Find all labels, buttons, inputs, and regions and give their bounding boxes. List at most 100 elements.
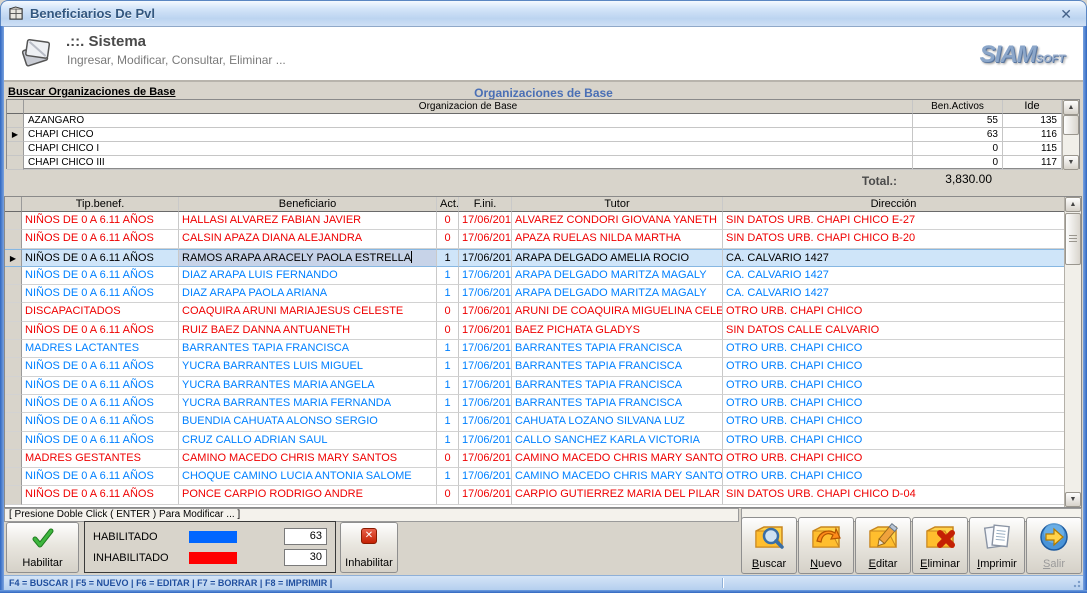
row-selector[interactable] [5, 377, 22, 395]
act-cell[interactable]: 1 [437, 340, 459, 358]
row-selector[interactable] [5, 322, 22, 340]
act-cell[interactable]: 1 [437, 377, 459, 395]
title-bar[interactable]: Beneficiarios De Pvl ✕ [0, 0, 1087, 27]
act-cell[interactable]: 1 [437, 395, 459, 413]
row-selector[interactable] [5, 358, 22, 376]
fini-cell[interactable]: 17/06/2011 [459, 358, 512, 376]
beneficiario-cell[interactable]: YUCRA BARRANTES MARIA FERNANDA [179, 395, 437, 413]
tip-benef-cell[interactable]: NIÑOS DE 0 A 6.11 AÑOS [22, 212, 179, 230]
scroll-down-icon[interactable]: ▼ [1063, 155, 1079, 170]
beneficiary-row[interactable]: NIÑOS DE 0 A 6.11 AÑOSYUCRA BARRANTES LU… [5, 358, 1064, 376]
direccion-cell[interactable]: CA. CALVARIO 1427 [723, 249, 1064, 267]
row-selector[interactable] [7, 156, 24, 170]
row-selector[interactable] [5, 413, 22, 431]
inhabilitar-button[interactable]: ✕ Inhabilitar [340, 522, 398, 573]
direccion-cell[interactable]: OTRO URB. CHAPI CHICO [723, 468, 1064, 486]
legend-count-field[interactable]: 30 [284, 549, 327, 566]
org-ide-cell[interactable]: 116 [1003, 128, 1062, 142]
direccion-cell[interactable]: OTRO URB. CHAPI CHICO [723, 377, 1064, 395]
act-cell[interactable]: 1 [437, 285, 459, 303]
org-grid-scrollbar[interactable]: ▲ ▼ [1062, 100, 1079, 170]
beneficiario-cell[interactable]: DIAZ ARAPA LUIS FERNANDO [179, 267, 437, 285]
org-ide-cell[interactable]: 115 [1003, 142, 1062, 156]
fini-cell[interactable]: 17/06/2011 [459, 413, 512, 431]
beneficiary-row[interactable]: MADRES LACTANTESBARRANTES TAPIA FRANCISC… [5, 340, 1064, 358]
scroll-up-icon[interactable]: ▲ [1063, 100, 1079, 115]
tip-benef-cell[interactable]: MADRES GESTANTES [22, 450, 179, 468]
col-tutor[interactable]: Tutor [512, 197, 723, 212]
row-selector[interactable] [5, 468, 22, 486]
tutor-cell[interactable]: CARPIO GUTIERREZ MARIA DEL PILAR [512, 486, 723, 504]
org-row[interactable]: AZANGARO55135 [7, 114, 1062, 128]
tip-benef-cell[interactable]: NIÑOS DE 0 A 6.11 AÑOS [22, 377, 179, 395]
row-selector[interactable] [5, 285, 22, 303]
fini-cell[interactable]: 17/06/2011 [459, 212, 512, 230]
row-selector[interactable] [5, 267, 22, 285]
org-name-cell[interactable]: AZANGARO [24, 114, 913, 128]
fini-cell[interactable]: 17/06/2011 [459, 432, 512, 450]
resize-grip-icon[interactable] [1071, 578, 1081, 588]
direccion-cell[interactable]: CA. CALVARIO 1427 [723, 267, 1064, 285]
direccion-cell[interactable]: SIN DATOS URB. CHAPI CHICO B-20 [723, 230, 1064, 248]
row-selector[interactable] [5, 450, 22, 468]
act-cell[interactable]: 1 [437, 249, 459, 267]
act-cell[interactable]: 0 [437, 450, 459, 468]
tip-benef-cell[interactable]: NIÑOS DE 0 A 6.11 AÑOS [22, 267, 179, 285]
col-direccion[interactable]: Dirección [723, 197, 1064, 212]
tutor-cell[interactable]: BARRANTES TAPIA FRANCISCA [512, 358, 723, 376]
beneficiario-cell[interactable]: RAMOS ARAPA ARACELY PAOLA ESTRELLA [179, 249, 437, 267]
search-org-label[interactable]: Buscar Organizaciones de Base [8, 86, 176, 98]
act-cell[interactable]: 0 [437, 212, 459, 230]
org-scroll-track[interactable] [1063, 115, 1079, 155]
direccion-cell[interactable]: OTRO URB. CHAPI CHICO [723, 340, 1064, 358]
beneficiario-cell[interactable]: COAQUIRA ARUNI MARIAJESUS CELESTE [179, 303, 437, 321]
beneficiario-cell[interactable]: CALSIN APAZA DIANA ALEJANDRA [179, 230, 437, 248]
tip-benef-cell[interactable]: MADRES LACTANTES [22, 340, 179, 358]
fini-cell[interactable]: 17/06/2011 [459, 486, 512, 504]
fini-cell[interactable]: 17/06/2011 [459, 285, 512, 303]
direccion-cell[interactable]: OTRO URB. CHAPI CHICO [723, 450, 1064, 468]
org-scroll-thumb[interactable] [1063, 115, 1079, 135]
fini-cell[interactable]: 17/06/2011 [459, 303, 512, 321]
row-selector[interactable] [5, 395, 22, 413]
fini-cell[interactable]: 17/06/2011 [459, 267, 512, 285]
org-row[interactable]: ▶CHAPI CHICO63116 [7, 128, 1062, 142]
scroll-down-icon[interactable]: ▼ [1065, 492, 1081, 507]
tip-benef-cell[interactable]: NIÑOS DE 0 A 6.11 AÑOS [22, 230, 179, 248]
org-ben-activos-cell[interactable]: 63 [913, 128, 1003, 142]
beneficiaries-grid-scrollbar[interactable]: ▲ ▼ [1064, 197, 1081, 507]
org-name-cell[interactable]: CHAPI CHICO I [24, 142, 913, 156]
direccion-cell[interactable]: CA. CALVARIO 1427 [723, 285, 1064, 303]
direccion-cell[interactable]: OTRO URB. CHAPI CHICO [723, 432, 1064, 450]
org-ben-activos-cell[interactable]: 0 [913, 156, 1003, 170]
col-tip-benef[interactable]: Tip.benef. [22, 197, 179, 212]
beneficiario-cell[interactable]: HALLASI ALVAREZ FABIAN JAVIER [179, 212, 437, 230]
org-ben-activos-cell[interactable]: 55 [913, 114, 1003, 128]
beneficiario-cell[interactable]: BARRANTES TAPIA FRANCISCA [179, 340, 437, 358]
tip-benef-cell[interactable]: NIÑOS DE 0 A 6.11 AÑOS [22, 285, 179, 303]
fini-cell[interactable]: 17/06/2011 [459, 450, 512, 468]
org-ide-cell[interactable]: 117 [1003, 156, 1062, 170]
tutor-cell[interactable]: CAMINO MACEDO CHRIS MARY SANTOS [512, 468, 723, 486]
row-selector[interactable] [7, 114, 24, 128]
beneficiary-row[interactable]: NIÑOS DE 0 A 6.11 AÑOSYUCRA BARRANTES MA… [5, 377, 1064, 395]
fini-cell[interactable]: 17/06/2011 [459, 340, 512, 358]
row-selector[interactable] [5, 303, 22, 321]
beneficiary-row[interactable]: NIÑOS DE 0 A 6.11 AÑOSCALSIN APAZA DIANA… [5, 230, 1064, 248]
row-selector[interactable] [7, 142, 24, 156]
direccion-cell[interactable]: OTRO URB. CHAPI CHICO [723, 395, 1064, 413]
tip-benef-cell[interactable]: NIÑOS DE 0 A 6.11 AÑOS [22, 432, 179, 450]
org-row[interactable]: CHAPI CHICO I0115 [7, 142, 1062, 156]
salir-button[interactable]: Salir [1026, 517, 1082, 574]
org-ide-cell[interactable]: 135 [1003, 114, 1062, 128]
org-name-cell[interactable]: CHAPI CHICO [24, 128, 913, 142]
direccion-cell[interactable]: SIN DATOS CALLE CALVARIO [723, 322, 1064, 340]
tip-benef-cell[interactable]: NIÑOS DE 0 A 6.11 AÑOS [22, 413, 179, 431]
direccion-cell[interactable]: SIN DATOS URB. CHAPI CHICO D-04 [723, 486, 1064, 504]
buscar-button[interactable]: Buscar [741, 517, 797, 574]
close-button[interactable]: ✕ [1060, 6, 1072, 23]
nuevo-button[interactable]: Nuevo [798, 517, 854, 574]
row-selector[interactable] [5, 340, 22, 358]
tip-benef-cell[interactable]: NIÑOS DE 0 A 6.11 AÑOS [22, 322, 179, 340]
beneficiario-cell[interactable]: DIAZ ARAPA PAOLA ARIANA [179, 285, 437, 303]
